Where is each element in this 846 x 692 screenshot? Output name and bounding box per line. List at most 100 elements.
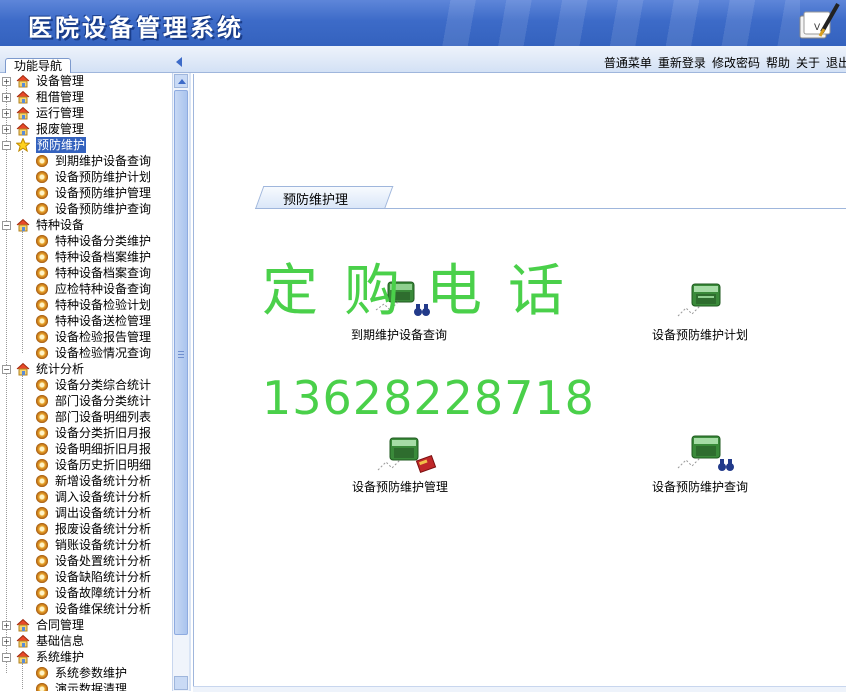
sidebar-item[interactable]: 设备分类折旧月报 [0, 425, 172, 441]
expand-icon[interactable]: + [2, 125, 11, 134]
menu-help[interactable]: 帮助 [766, 56, 790, 70]
sidebar-group-label[interactable]: 基础信息 [36, 633, 84, 649]
sidebar-group-label[interactable]: 报废管理 [36, 121, 84, 137]
sidebar-item[interactable]: 设备预防维护计划 [0, 169, 172, 185]
splitter[interactable] [189, 73, 191, 691]
scroll-thumb[interactable] [174, 90, 188, 635]
sidebar-item-label[interactable]: 特种设备档案查询 [55, 265, 151, 281]
sidebar-item[interactable]: 特种设备分类维护 [0, 233, 172, 249]
sidebar-group[interactable]: + 报废管理 [0, 121, 172, 137]
sidebar-group-label[interactable]: 运行管理 [36, 105, 84, 121]
sidebar-group-label[interactable]: 系统维护 [36, 649, 84, 665]
sidebar-group-label[interactable]: 预防维护 [36, 137, 87, 153]
sidebar-item-label[interactable]: 报废设备统计分析 [55, 521, 151, 537]
collapse-icon[interactable]: − [2, 221, 11, 230]
expand-icon[interactable]: + [2, 109, 11, 118]
sidebar-item-label[interactable]: 设备故障统计分析 [55, 585, 151, 601]
sidebar-item-label[interactable]: 特种设备分类维护 [55, 233, 151, 249]
sidebar-item-label[interactable]: 设备预防维护查询 [55, 201, 151, 217]
sidebar-item[interactable]: 特种设备送检管理 [0, 313, 172, 329]
scroll-up-icon[interactable] [174, 74, 188, 88]
sidebar-item-label[interactable]: 新增设备统计分析 [55, 473, 151, 489]
sidebar-item-label[interactable]: 调入设备统计分析 [55, 489, 151, 505]
sidebar-item[interactable]: 系统参数维护 [0, 665, 172, 681]
sidebar-group[interactable]: + 基础信息 [0, 633, 172, 649]
sidebar-item-label[interactable]: 到期维护设备查询 [55, 153, 151, 169]
tab-function-navigation[interactable]: 功能导航 [5, 58, 71, 73]
sidebar-item[interactable]: 特种设备档案维护 [0, 249, 172, 265]
sidebar-item-label[interactable]: 设备预防维护管理 [55, 185, 151, 201]
sidebar-item[interactable]: 演示数据清理 [0, 681, 172, 691]
sidebar-item[interactable]: 应检特种设备查询 [0, 281, 172, 297]
sidebar-item-label[interactable]: 销账设备统计分析 [55, 537, 151, 553]
sidebar-item-label[interactable]: 设备分类折旧月报 [55, 425, 151, 441]
sidebar-item-label[interactable]: 系统参数维护 [55, 665, 127, 681]
menu-exit[interactable]: 退出 [826, 56, 846, 70]
sidebar-group-label[interactable]: 合同管理 [36, 617, 84, 633]
sidebar-item-label[interactable]: 设备明细折旧月报 [55, 441, 151, 457]
menu-normal[interactable]: 普通菜单 [604, 56, 652, 70]
sidebar-item-label[interactable]: 设备缺陷统计分析 [55, 569, 151, 585]
sidebar-item[interactable]: 调出设备统计分析 [0, 505, 172, 521]
sidebar-item[interactable]: 新增设备统计分析 [0, 473, 172, 489]
sidebar-item[interactable]: 部门设备分类统计 [0, 393, 172, 409]
sidebar-scrollbar[interactable] [172, 73, 189, 691]
expand-icon[interactable]: + [2, 93, 11, 102]
sidebar-item-label[interactable]: 特种设备检验计划 [55, 297, 151, 313]
menu-about[interactable]: 关于 [796, 56, 820, 70]
scroll-down-icon[interactable] [174, 676, 188, 690]
sidebar-item-label[interactable]: 设备分类综合统计 [55, 377, 151, 393]
sidebar-group[interactable]: − 预防维护 [0, 137, 172, 153]
sidebar-item[interactable]: 调入设备统计分析 [0, 489, 172, 505]
sidebar-item[interactable]: 特种设备档案查询 [0, 265, 172, 281]
collapse-sidebar-icon[interactable] [176, 57, 182, 67]
sidebar-item-label[interactable]: 设备历史折旧明细 [55, 457, 151, 473]
sidebar-item[interactable]: 销账设备统计分析 [0, 537, 172, 553]
sidebar-group-label[interactable]: 租借管理 [36, 89, 84, 105]
sidebar-item-label[interactable]: 设备检验情况查询 [55, 345, 151, 361]
expand-icon[interactable]: + [2, 621, 11, 630]
sidebar-item-label[interactable]: 特种设备送检管理 [55, 313, 151, 329]
sidebar-item[interactable]: 设备预防维护查询 [0, 201, 172, 217]
sidebar-item-label[interactable]: 部门设备明细列表 [55, 409, 151, 425]
expand-icon[interactable]: + [2, 77, 11, 86]
sidebar-group-label[interactable]: 统计分析 [36, 361, 84, 377]
sidebar-item[interactable]: 设备明细折旧月报 [0, 441, 172, 457]
sidebar-item[interactable]: 设备缺陷统计分析 [0, 569, 172, 585]
sidebar-item[interactable]: 报废设备统计分析 [0, 521, 172, 537]
sidebar-item[interactable]: 设备检验报告管理 [0, 329, 172, 345]
sidebar-group-label[interactable]: 设备管理 [36, 73, 84, 89]
sidebar-group[interactable]: − 系统维护 [0, 649, 172, 665]
sidebar-item[interactable]: 特种设备检验计划 [0, 297, 172, 313]
sidebar-item[interactable]: 设备检验情况查询 [0, 345, 172, 361]
sidebar-item[interactable]: 部门设备明细列表 [0, 409, 172, 425]
sidebar-item-label[interactable]: 设备预防维护计划 [55, 169, 151, 185]
sidebar-item[interactable]: 设备分类综合统计 [0, 377, 172, 393]
sidebar-group[interactable]: + 设备管理 [0, 73, 172, 89]
sidebar-group[interactable]: + 合同管理 [0, 617, 172, 633]
menu-relogin[interactable]: 重新登录 [658, 56, 706, 70]
sidebar-group-label[interactable]: 特种设备 [36, 217, 84, 233]
sidebar-item[interactable]: 设备历史折旧明细 [0, 457, 172, 473]
collapse-icon[interactable]: − [2, 653, 11, 662]
sidebar-group[interactable]: − 统计分析 [0, 361, 172, 377]
sidebar-item-label[interactable]: 调出设备统计分析 [55, 505, 151, 521]
sidebar-item-label[interactable]: 应检特种设备查询 [55, 281, 151, 297]
sidebar-item[interactable]: 设备处置统计分析 [0, 553, 172, 569]
collapse-icon[interactable]: − [2, 141, 11, 150]
sidebar-item[interactable]: 到期维护设备查询 [0, 153, 172, 169]
sidebar-item[interactable]: 设备故障统计分析 [0, 585, 172, 601]
sidebar-item[interactable]: 设备预防维护管理 [0, 185, 172, 201]
sidebar-item-label[interactable]: 特种设备档案维护 [55, 249, 151, 265]
collapse-icon[interactable]: − [2, 365, 11, 374]
sidebar-item[interactable]: 设备维保统计分析 [0, 601, 172, 617]
sidebar-item-label[interactable]: 设备检验报告管理 [55, 329, 151, 345]
sidebar-item-label[interactable]: 设备维保统计分析 [55, 601, 151, 617]
sidebar-item-label[interactable]: 演示数据清理 [55, 681, 127, 691]
sidebar-group[interactable]: + 运行管理 [0, 105, 172, 121]
sidebar-group[interactable]: + 租借管理 [0, 89, 172, 105]
menu-change-password[interactable]: 修改密码 [712, 56, 760, 70]
expand-icon[interactable]: + [2, 637, 11, 646]
sidebar-item-label[interactable]: 部门设备分类统计 [55, 393, 151, 409]
sidebar-item-label[interactable]: 设备处置统计分析 [55, 553, 151, 569]
